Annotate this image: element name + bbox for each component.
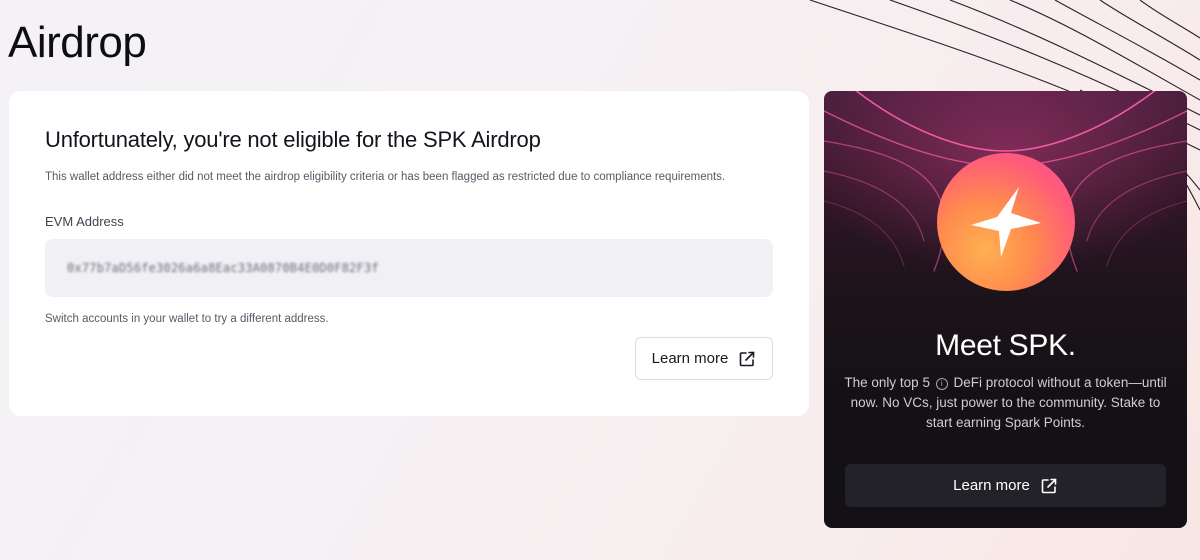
spk-promo-card: Meet SPK. The only top 5 i DeFi protocol…: [824, 91, 1187, 528]
switch-accounts-note: Switch accounts in your wallet to try a …: [45, 313, 329, 325]
learn-more-button[interactable]: Learn more: [635, 337, 773, 380]
evm-address-field: 0x77b7aD56fe3026a6a8Eac33A0870B4E0D0F82F…: [45, 239, 773, 297]
spark-star-icon: [971, 187, 1041, 257]
evm-address-value: 0x77b7aD56fe3026a6a8Eac33A0870B4E0D0F82F…: [67, 261, 379, 275]
learn-more-label: Learn more: [651, 350, 729, 367]
promo-learn-more-label: Learn more: [953, 477, 1030, 494]
promo-learn-more-button[interactable]: Learn more: [845, 464, 1166, 507]
eligibility-description: This wallet address either did not meet …: [45, 171, 726, 183]
promo-description: The only top 5 i DeFi protocol without a…: [842, 373, 1169, 433]
external-link-icon: [740, 351, 755, 366]
evm-address-label: EVM Address: [45, 214, 124, 229]
promo-text-start: The only top 5: [844, 375, 930, 390]
spark-logo-coin: [937, 153, 1075, 291]
eligibility-title: Unfortunately, you're not eligible for t…: [45, 127, 541, 152]
external-link-icon: [1041, 478, 1057, 493]
promo-title: Meet SPK.: [935, 329, 1076, 362]
page-title: Airdrop: [8, 18, 147, 67]
info-icon[interactable]: i: [935, 378, 948, 390]
eligibility-card: Unfortunately, you're not eligible for t…: [9, 91, 809, 416]
